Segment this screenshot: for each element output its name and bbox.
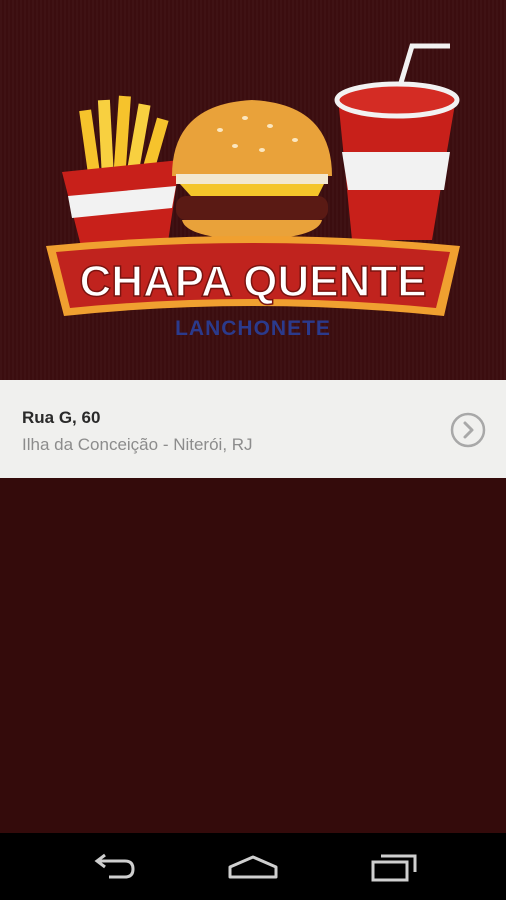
header: CHAPA QUENTE LANCHONETE	[0, 0, 506, 380]
navigation-bar	[0, 833, 506, 900]
burger-illustration	[172, 100, 332, 240]
logo-subtitle: LANCHONETE	[175, 317, 331, 340]
back-icon	[94, 853, 135, 879]
home-button[interactable]	[223, 847, 283, 887]
home-icon	[228, 855, 278, 879]
address-street: Rua G, 60	[22, 408, 101, 427]
soda-cup-illustration	[334, 43, 460, 240]
recent-apps-icon	[371, 854, 417, 882]
back-button[interactable]	[83, 847, 143, 887]
logo: CHAPA QUENTE LANCHONETE	[46, 43, 460, 340]
content-area	[0, 478, 506, 833]
chevron-right-circle-icon[interactable]	[450, 412, 486, 448]
recent-apps-button[interactable]	[364, 847, 424, 887]
address-city: Ilha da Conceição - Niterói, RJ	[22, 435, 253, 454]
fries-illustration	[62, 95, 180, 250]
logo-title: CHAPA QUENTE	[79, 257, 426, 306]
address-card[interactable]: Rua G, 60 Ilha da Conceição - Niterói, R…	[0, 380, 506, 478]
logo-banner: CHAPA QUENTE LANCHONETE	[46, 236, 460, 340]
